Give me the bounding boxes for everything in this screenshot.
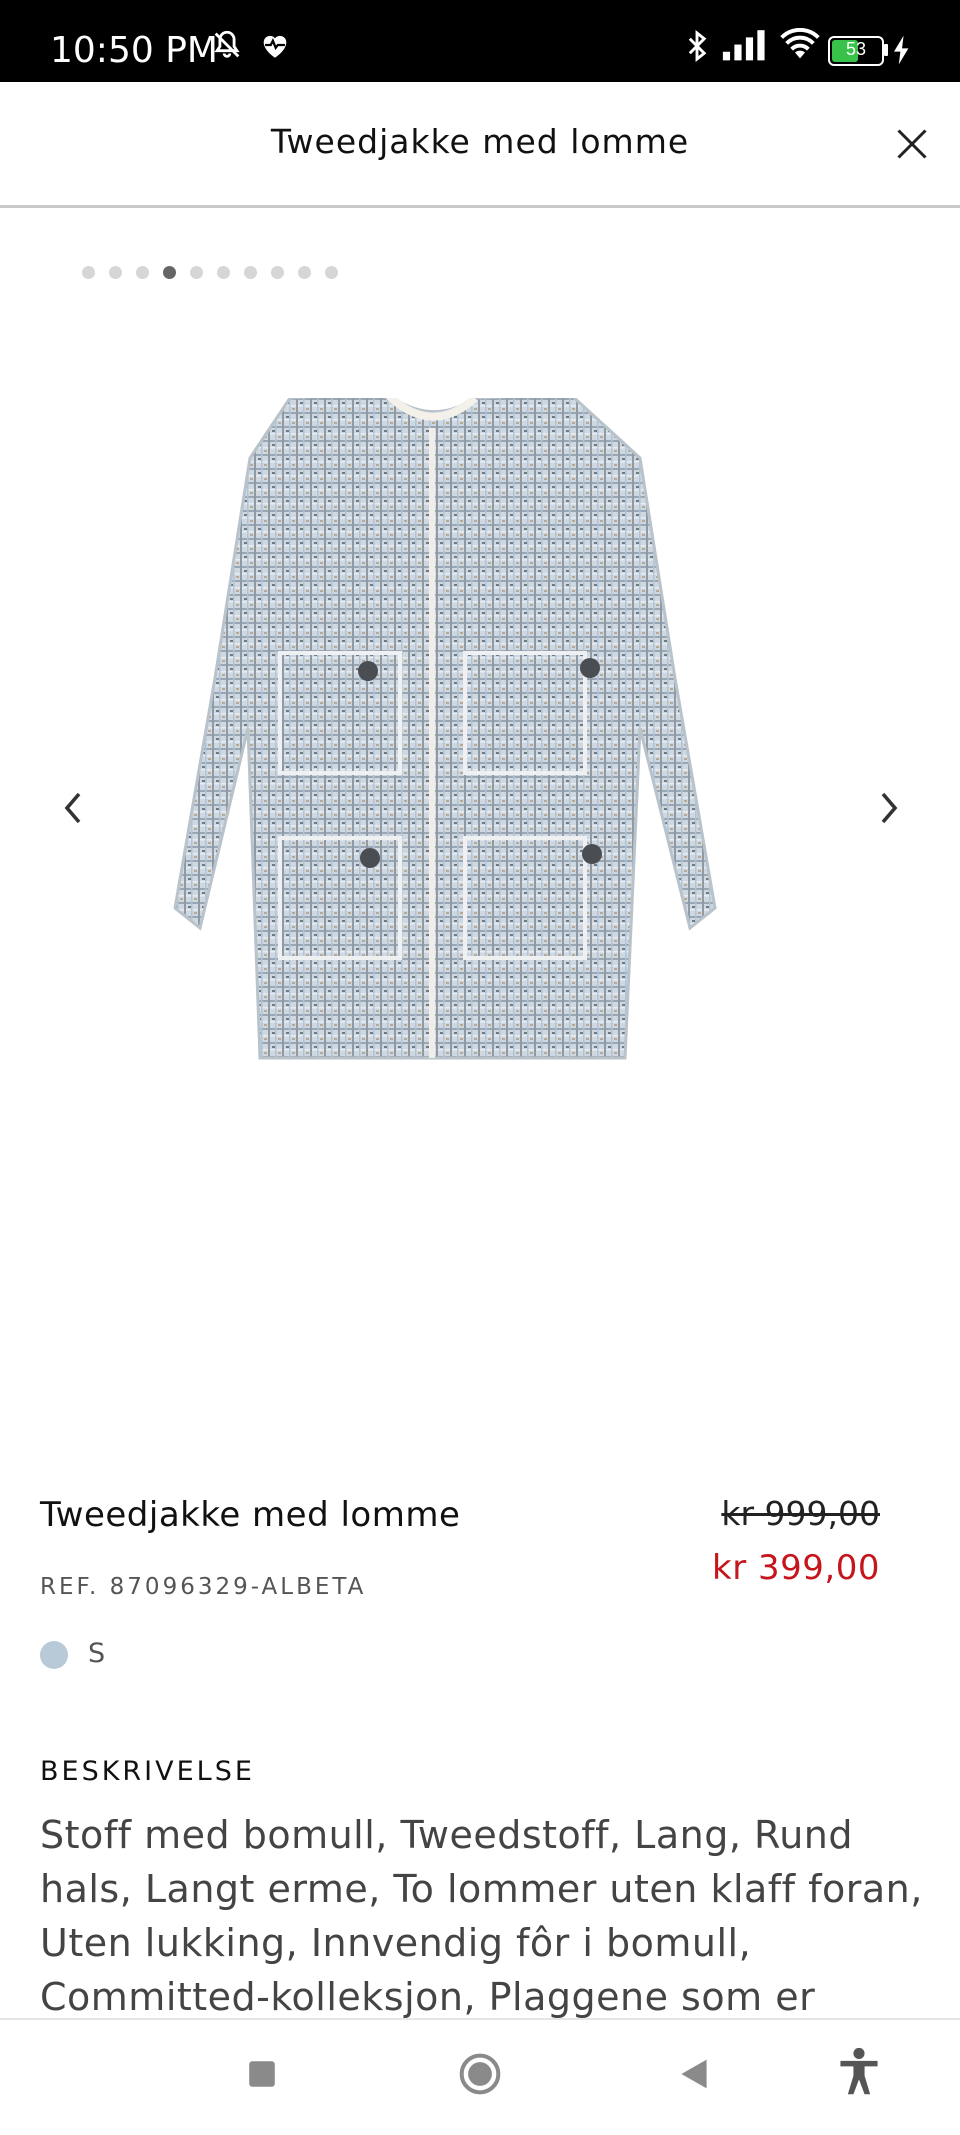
product-title: Tweedjakke med lomme: [40, 1495, 461, 1535]
gallery-dot[interactable]: [136, 266, 149, 279]
status-time: 10:50 PM: [50, 30, 218, 71]
back-icon[interactable]: [676, 2056, 712, 2092]
original-price: kr 999,00: [721, 1494, 880, 1533]
wifi-icon: [780, 28, 820, 59]
gallery-dot[interactable]: [163, 266, 176, 279]
header-title: Tweedjakke med lomme: [270, 122, 690, 161]
battery-tip: [884, 44, 888, 56]
gallery-dot[interactable]: [298, 266, 311, 279]
bluetooth-icon: [688, 29, 707, 63]
description-heading: BESKRIVELSE: [40, 1756, 255, 1787]
product-reference: REF. 87096329-ALBETA: [40, 1574, 367, 1600]
color-swatch[interactable]: [40, 1641, 68, 1669]
gallery-dot[interactable]: [109, 266, 122, 279]
image-gallery[interactable]: [0, 208, 960, 1428]
recents-icon[interactable]: [246, 2058, 278, 2090]
gallery-dot[interactable]: [190, 266, 203, 279]
gallery-dot[interactable]: [244, 266, 257, 279]
accessibility-icon[interactable]: [836, 2046, 882, 2098]
gallery-dot[interactable]: [217, 266, 230, 279]
status-bar: 10:50 PM 53: [0, 0, 960, 82]
gallery-pagination: [82, 266, 338, 279]
gallery-dot[interactable]: [271, 266, 284, 279]
battery-icon: 53: [828, 36, 884, 66]
description-text: Stoff med bomull, Tweedstoff, Lang, Rund…: [40, 1813, 923, 2018]
mute-icon: [214, 30, 240, 58]
chevron-left-icon[interactable]: [58, 788, 88, 828]
close-icon[interactable]: [894, 126, 930, 162]
gallery-dot[interactable]: [82, 266, 95, 279]
size-label: S: [88, 1638, 106, 1669]
sale-price: kr 399,00: [712, 1548, 880, 1588]
charging-icon: [894, 35, 909, 65]
battery-level: 53: [845, 39, 867, 59]
modal-header: Tweedjakke med lomme: [0, 82, 960, 208]
system-nav-bar: [0, 2018, 960, 2135]
home-icon[interactable]: [458, 2052, 502, 2096]
gallery-dot[interactable]: [325, 266, 338, 279]
health-icon: [263, 35, 287, 58]
signal-icon: [722, 30, 765, 61]
chevron-right-icon[interactable]: [874, 788, 904, 828]
product-image: [173, 398, 717, 1060]
